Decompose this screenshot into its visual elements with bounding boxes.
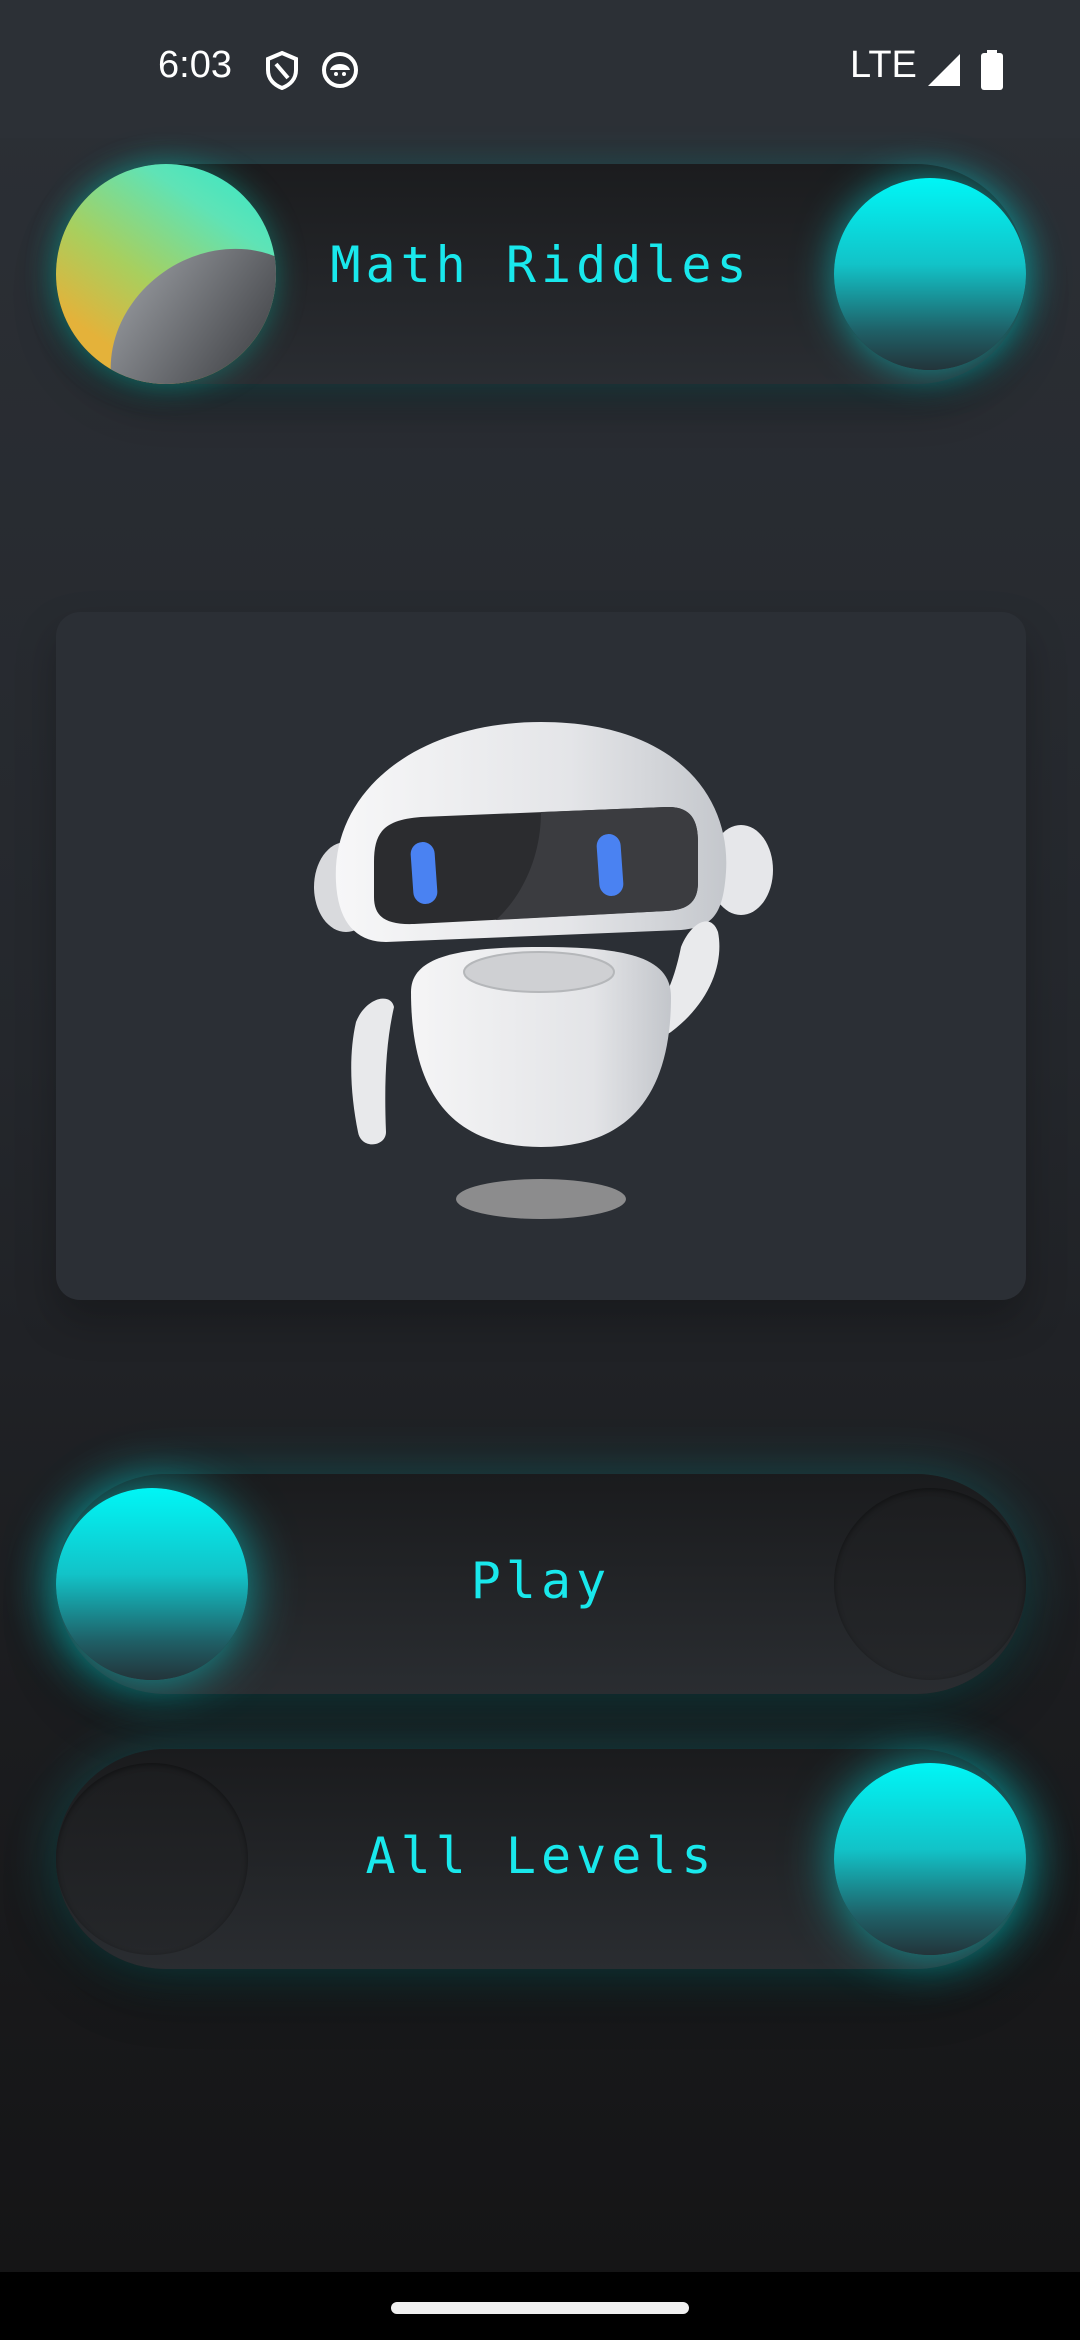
face-icon [322, 52, 358, 88]
play-button[interactable]: Play [56, 1474, 1026, 1694]
glow-orb [834, 178, 1026, 370]
status-bar: 6:03 LTE [0, 0, 1080, 138]
mascot-card [56, 612, 1026, 1300]
home-indicator[interactable] [391, 2302, 689, 2314]
all-levels-button[interactable]: All Levels [56, 1749, 1026, 1969]
dark-orb [834, 1488, 1026, 1680]
signal-icon [928, 54, 960, 86]
glow-orb [834, 1763, 1026, 1955]
navigation-bar [0, 2272, 1080, 2340]
shield-icon [266, 50, 298, 90]
network-type: LTE [850, 44, 917, 86]
robot-icon [314, 722, 773, 1219]
title-banner: Math Riddles [56, 164, 1026, 384]
status-time: 6:03 [158, 44, 232, 86]
battery-icon [981, 50, 1003, 90]
